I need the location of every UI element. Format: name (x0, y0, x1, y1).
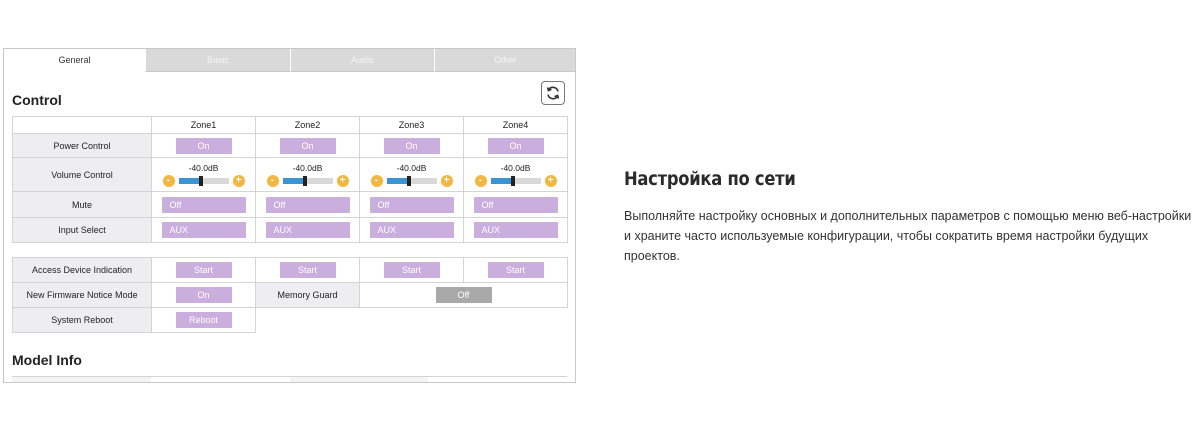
volume-cell-zone2: -40.0dB - + (255, 157, 360, 192)
access-start-zone4[interactable]: Start (487, 262, 544, 278)
system-reboot-row: System Reboot Reboot (12, 307, 568, 333)
model-info-table (12, 376, 567, 382)
volume-slider[interactable] (490, 175, 541, 186)
zone-control-table: Zone1 Zone2 Zone3 Zone4 Power Control On… (12, 116, 568, 243)
mute-button-zone3[interactable]: Off (369, 196, 454, 213)
refresh-icon (546, 86, 560, 100)
access-start-zone2[interactable]: Start (279, 262, 336, 278)
model-info-cell (428, 377, 567, 382)
volume-slider[interactable] (178, 175, 229, 186)
volume-down-button[interactable]: - (474, 174, 487, 187)
input-select-label: Input Select (12, 217, 152, 243)
reboot-button[interactable]: Reboot (175, 312, 232, 328)
mute-button-zone1[interactable]: Off (161, 196, 246, 213)
firmware-notice-toggle[interactable]: On (175, 287, 232, 303)
volume-slider[interactable] (282, 175, 333, 186)
tab-general[interactable]: General (4, 49, 145, 72)
power-button-zone3[interactable]: On (383, 137, 440, 154)
volume-value: -40.0dB (396, 162, 427, 173)
zone-header: Zone3 (359, 116, 464, 134)
memory-guard-label: Memory Guard (255, 282, 360, 308)
mute-row: Mute Off Off Off Off (12, 191, 568, 218)
system-reboot-label: System Reboot (12, 307, 152, 333)
input-select-row: Input Select AUX AUX AUX AUX (12, 217, 568, 243)
model-info-title: Model Info (12, 352, 82, 368)
access-device-label: Access Device Indication (12, 257, 152, 283)
input-select-zone2[interactable]: AUX (265, 222, 350, 238)
tab-other[interactable]: Other (434, 49, 575, 72)
access-start-zone3[interactable]: Start (383, 262, 440, 278)
input-select-zone3[interactable]: AUX (369, 222, 454, 238)
input-select-zone4[interactable]: AUX (473, 222, 558, 238)
volume-down-button[interactable]: - (162, 174, 175, 187)
volume-slider-knob[interactable] (303, 175, 307, 186)
mute-label: Mute (12, 191, 152, 218)
feature-description: Выполняйте настройку основных и дополнит… (624, 209, 1192, 263)
volume-slider-fill (178, 177, 201, 184)
mute-button-zone2[interactable]: Off (265, 196, 350, 213)
power-control-row: Power Control On On On On (12, 133, 568, 158)
feature-title: Настройка по сети (624, 168, 796, 190)
volume-value: -40.0dB (188, 162, 219, 173)
volume-slider-knob[interactable] (407, 175, 411, 186)
volume-cell-zone3: -40.0dB - + (359, 157, 464, 192)
refresh-button[interactable] (541, 81, 565, 105)
volume-up-button[interactable]: + (440, 174, 453, 187)
control-section-title: Control (12, 92, 62, 108)
tab-basic[interactable]: Basic (145, 49, 290, 72)
volume-value: -40.0dB (292, 162, 323, 173)
power-control-label: Power Control (12, 133, 152, 158)
volume-control-row: Volume Control -40.0dB - + -40.0dB - + -… (12, 157, 568, 192)
model-info-cell (151, 377, 290, 382)
volume-slider[interactable] (386, 175, 437, 186)
tab-bar: General Basic Audio Other (4, 49, 575, 73)
volume-value: -40.0dB (500, 162, 531, 173)
tab-audio[interactable]: Audio (290, 49, 434, 72)
volume-up-button[interactable]: + (232, 174, 245, 187)
system-settings-table: Access Device Indication Start Start Sta… (12, 257, 568, 333)
power-button-zone4[interactable]: On (487, 137, 544, 154)
zone-header: Zone1 (151, 116, 256, 134)
volume-down-button[interactable]: - (370, 174, 383, 187)
web-setup-screenshot: General Basic Audio Other Control Zone1 … (3, 48, 576, 383)
volume-cell-zone4: -40.0dB - + (463, 157, 568, 192)
mute-button-zone4[interactable]: Off (473, 196, 558, 213)
access-start-zone1[interactable]: Start (175, 262, 232, 278)
volume-down-button[interactable]: - (266, 174, 279, 187)
empty-cell (255, 307, 568, 333)
firmware-row: New Firmware Notice Mode On Memory Guard… (12, 282, 568, 308)
power-button-zone2[interactable]: On (279, 137, 336, 154)
volume-slider-fill (282, 177, 305, 184)
memory-guard-toggle[interactable]: Off (435, 287, 492, 303)
volume-up-button[interactable]: + (336, 174, 349, 187)
header-blank (12, 116, 152, 134)
volume-cell-zone1: -40.0dB - + (151, 157, 256, 192)
volume-slider-knob[interactable] (199, 175, 203, 186)
volume-up-button[interactable]: + (544, 174, 557, 187)
zone-header: Zone2 (255, 116, 360, 134)
volume-slider-fill (490, 177, 513, 184)
input-select-zone1[interactable]: AUX (161, 222, 246, 238)
zone-header-row: Zone1 Zone2 Zone3 Zone4 (12, 116, 568, 134)
power-button-zone1[interactable]: On (175, 137, 232, 154)
volume-slider-knob[interactable] (511, 175, 515, 186)
volume-control-label: Volume Control (12, 157, 152, 192)
volume-slider-fill (386, 177, 409, 184)
zone-header: Zone4 (463, 116, 568, 134)
firmware-notice-label: New Firmware Notice Mode (12, 282, 152, 308)
access-device-row: Access Device Indication Start Start Sta… (12, 257, 568, 283)
